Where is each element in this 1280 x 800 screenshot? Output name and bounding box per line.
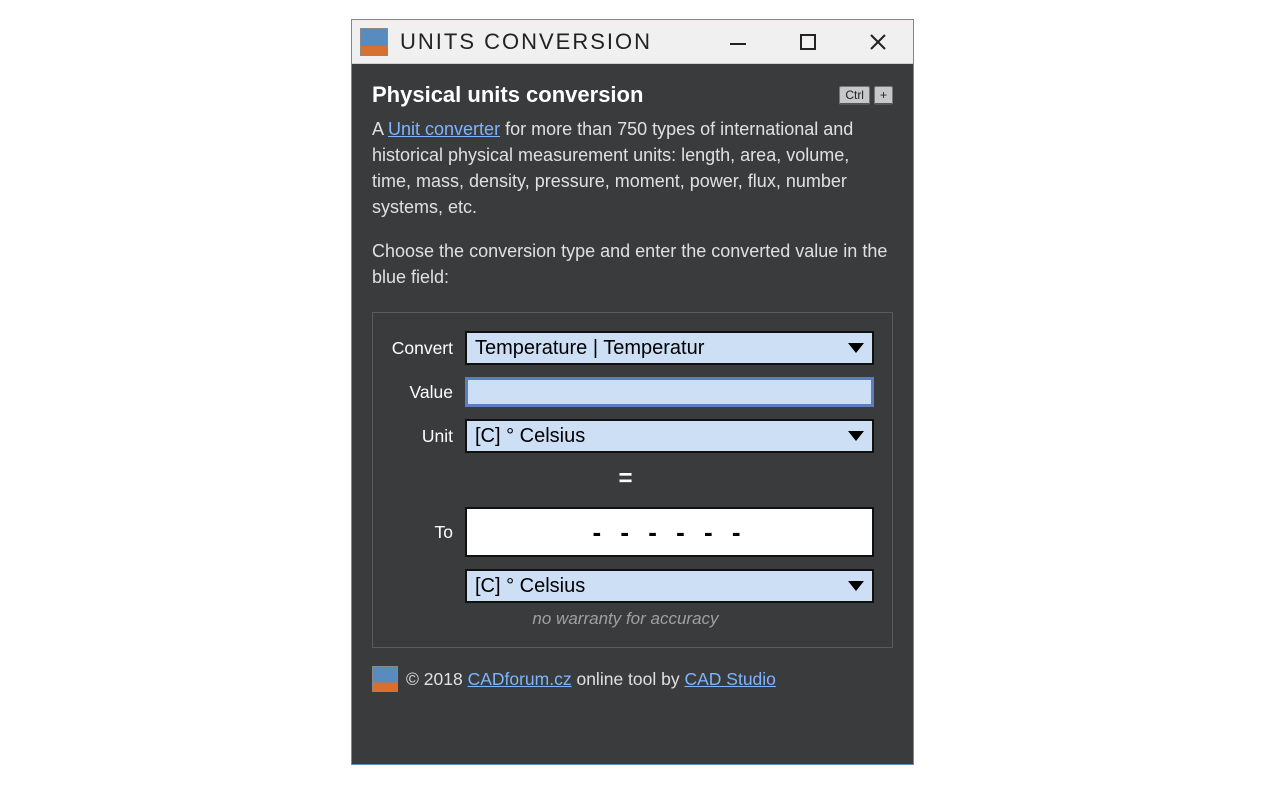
unit-converter-link[interactable]: Unit converter [388,119,500,139]
result-output: - - - - - - [465,507,874,557]
window-controls [703,20,913,63]
from-unit-select[interactable]: [C] ° Celsius [465,419,874,453]
label-value: Value [377,382,465,403]
dropdown-arrow-icon [848,431,864,441]
content-area: Physical units conversion Ctrl + A Unit … [352,64,913,764]
row-value: Value [377,377,874,407]
window-title: UNITS CONVERSION [400,29,703,55]
header-row: Physical units conversion Ctrl + [372,82,893,108]
convert-type-value: Temperature | Temperatur [475,337,704,360]
dropdown-arrow-icon [848,343,864,353]
to-unit-value: [C] ° Celsius [475,575,585,598]
minimize-button[interactable] [703,20,773,63]
zoom-hint: Ctrl + [839,86,893,105]
titlebar: UNITS CONVERSION [352,20,913,64]
value-input[interactable] [465,377,874,407]
row-to-unit: [C] ° Celsius [377,569,874,603]
to-unit-select[interactable]: [C] ° Celsius [465,569,874,603]
minimize-icon [726,30,750,54]
footer-text: © 2018 CADforum.cz online tool by CAD St… [406,669,776,690]
app-icon [360,28,388,56]
footer-app-icon [372,666,398,692]
row-unit: Unit [C] ° Celsius [377,419,874,453]
convert-type-select[interactable]: Temperature | Temperatur [465,331,874,365]
label-unit: Unit [377,426,465,447]
close-button[interactable] [843,20,913,63]
page-title: Physical units conversion [372,82,643,108]
maximize-icon [798,32,818,52]
kbd-ctrl: Ctrl [839,86,870,105]
row-to: To - - - - - - [377,507,874,557]
cadforum-link[interactable]: CADforum.cz [468,669,572,689]
dropdown-arrow-icon [848,581,864,591]
disclaimer-text: no warranty for accuracy [377,609,874,629]
intro-paragraph: A Unit converter for more than 750 types… [372,116,893,220]
footer-middle: online tool by [572,669,685,689]
footer: © 2018 CADforum.cz online tool by CAD St… [372,666,893,692]
maximize-button[interactable] [773,20,843,63]
conversion-panel: Convert Temperature | Temperatur Value U… [372,312,893,648]
label-convert: Convert [377,338,465,359]
intro-prefix: A [372,119,388,139]
close-icon [867,31,889,53]
kbd-plus: + [874,86,893,105]
instruction-paragraph: Choose the conversion type and enter the… [372,238,893,290]
footer-copyright: © 2018 [406,669,468,689]
label-to: To [377,522,465,543]
app-window: UNITS CONVERSION Physical units conversi… [351,19,914,765]
from-unit-value: [C] ° Celsius [475,425,585,448]
row-convert: Convert Temperature | Temperatur [377,331,874,365]
equals-sign: = [377,465,874,493]
cadstudio-link[interactable]: CAD Studio [684,669,775,689]
